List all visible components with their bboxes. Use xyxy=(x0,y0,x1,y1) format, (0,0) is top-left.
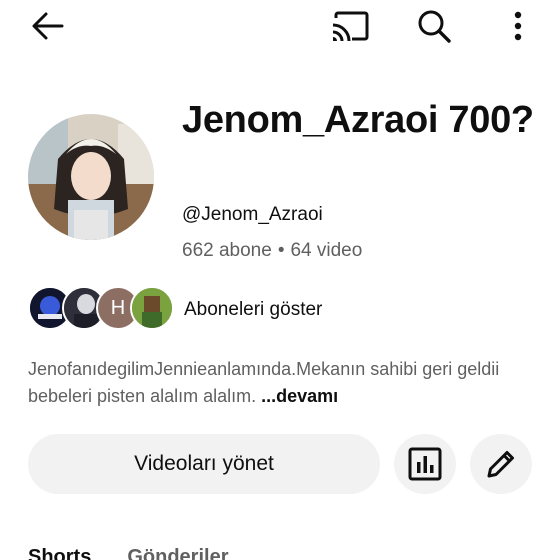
edit-channel-button[interactable] xyxy=(470,434,532,494)
subscriber-count: 662 abone xyxy=(182,240,272,261)
search-button[interactable] xyxy=(410,4,458,48)
description-more-link[interactable]: ...devamı xyxy=(261,386,338,406)
channel-tabs: Shorts Gönderiler xyxy=(28,546,264,560)
channel-description[interactable]: JenofanıdegilimJennieanlamında.Mekanın s… xyxy=(28,356,548,410)
cast-icon xyxy=(332,11,369,42)
cast-button[interactable] xyxy=(326,6,374,46)
manage-videos-button[interactable]: Videoları yönet xyxy=(28,434,380,494)
arrow-back-icon xyxy=(32,12,64,40)
channel-name: Jenom_Azraoi 700? xyxy=(182,99,534,141)
analytics-icon xyxy=(408,447,442,481)
avatar-photo xyxy=(28,114,154,240)
analytics-button[interactable] xyxy=(394,434,456,494)
show-subscribers-label[interactable]: Aboneleri göster xyxy=(184,299,322,321)
channel-avatar[interactable] xyxy=(28,114,154,240)
subscriber-avatar-letter: H xyxy=(110,296,126,319)
show-subscribers-row[interactable]: H Aboneleri göster xyxy=(28,286,528,332)
pencil-edit-icon xyxy=(487,451,514,478)
channel-handle: @Jenom_Azraoi xyxy=(182,204,323,225)
top-app-bar xyxy=(0,0,560,54)
search-icon xyxy=(418,10,451,43)
video-count: 64 video xyxy=(290,240,363,261)
tab-shorts[interactable]: Shorts xyxy=(28,546,91,560)
more-vert-icon xyxy=(514,11,522,41)
stats-separator: • xyxy=(277,240,285,261)
more-options-button[interactable] xyxy=(500,4,536,48)
subscriber-avatar-image xyxy=(132,288,172,328)
channel-stats: 662 abone • 64 video xyxy=(182,240,362,262)
back-button[interactable] xyxy=(26,6,70,46)
subscriber-avatar xyxy=(130,286,174,330)
tab-posts[interactable]: Gönderiler xyxy=(127,546,228,560)
